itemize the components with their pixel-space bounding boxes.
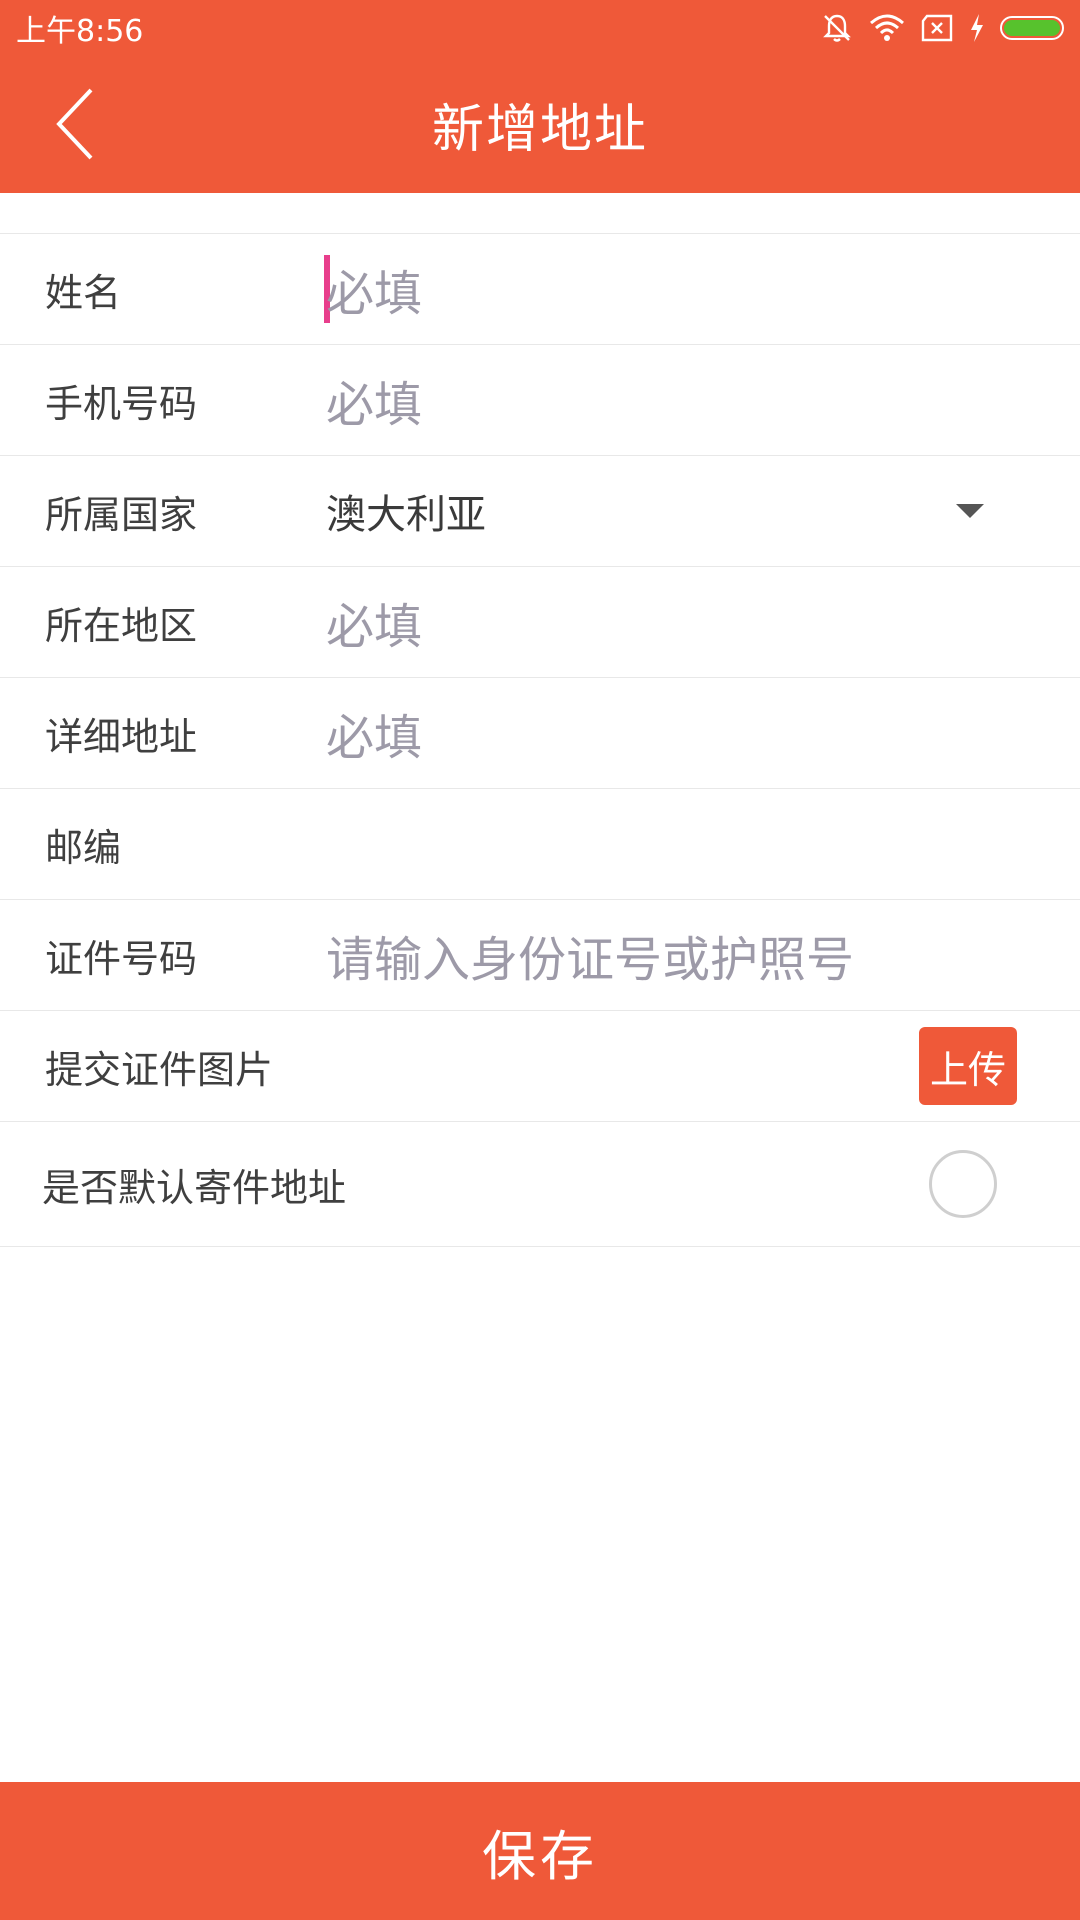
phone-row: 手机号码 必填 bbox=[0, 345, 1080, 456]
id-number-row: 证件号码 请输入身份证号或护照号 bbox=[0, 900, 1080, 1011]
address-row: 详细地址 必填 bbox=[0, 678, 1080, 789]
country-label: 所属国家 bbox=[45, 492, 198, 537]
country-select[interactable]: 澳大利亚 bbox=[326, 482, 486, 540]
name-label: 姓名 bbox=[45, 270, 122, 315]
caret-down-icon[interactable] bbox=[956, 504, 984, 518]
postcode-input[interactable] bbox=[326, 814, 1026, 874]
header-spacer bbox=[0, 193, 1080, 234]
postcode-row: 邮编 bbox=[0, 789, 1080, 900]
back-button[interactable] bbox=[40, 85, 110, 163]
status-icons bbox=[820, 11, 1064, 45]
mute-bell-icon bbox=[820, 11, 854, 45]
phone-label: 手机号码 bbox=[45, 381, 198, 426]
default-address-row: 是否默认寄件地址 bbox=[0, 1122, 1080, 1247]
upload-button[interactable]: 上传 bbox=[919, 1027, 1017, 1105]
wifi-icon bbox=[868, 13, 906, 43]
status-time: 上午8:56 bbox=[16, 13, 144, 49]
region-row: 所在地区 必填 bbox=[0, 567, 1080, 678]
save-button[interactable]: 保存 bbox=[0, 1782, 1080, 1920]
status-bar: 上午8:56 bbox=[0, 0, 1080, 55]
id-photo-row: 提交证件图片 上传 bbox=[0, 1011, 1080, 1122]
region-label: 所在地区 bbox=[45, 603, 198, 648]
default-address-label: 是否默认寄件地址 bbox=[42, 1165, 347, 1210]
battery-icon bbox=[1000, 15, 1064, 40]
address-label: 详细地址 bbox=[45, 714, 198, 759]
app-header: 新增地址 bbox=[0, 55, 1080, 193]
page-title: 新增地址 bbox=[431, 99, 648, 160]
phone-input[interactable]: 必填 bbox=[326, 365, 422, 435]
chevron-left-icon bbox=[56, 88, 93, 160]
country-row[interactable]: 所属国家 澳大利亚 bbox=[0, 456, 1080, 567]
battery-level bbox=[1004, 19, 1060, 36]
default-address-radio[interactable] bbox=[929, 1150, 997, 1218]
postcode-label: 邮编 bbox=[45, 825, 122, 870]
charging-icon bbox=[968, 13, 986, 43]
id-photo-label: 提交证件图片 bbox=[45, 1047, 274, 1092]
name-row: 姓名 必填 bbox=[0, 234, 1080, 345]
id-number-label: 证件号码 bbox=[45, 936, 198, 981]
no-sim-icon bbox=[920, 13, 954, 43]
region-input[interactable]: 必填 bbox=[326, 587, 422, 657]
id-number-input[interactable]: 请输入身份证号或护照号 bbox=[326, 920, 854, 990]
name-input[interactable]: 必填 bbox=[326, 254, 422, 324]
address-input[interactable]: 必填 bbox=[326, 698, 422, 768]
address-form: 姓名 必填 手机号码 必填 所属国家 澳大利亚 所在地区 必填 详细地址 必填 … bbox=[0, 234, 1080, 1247]
